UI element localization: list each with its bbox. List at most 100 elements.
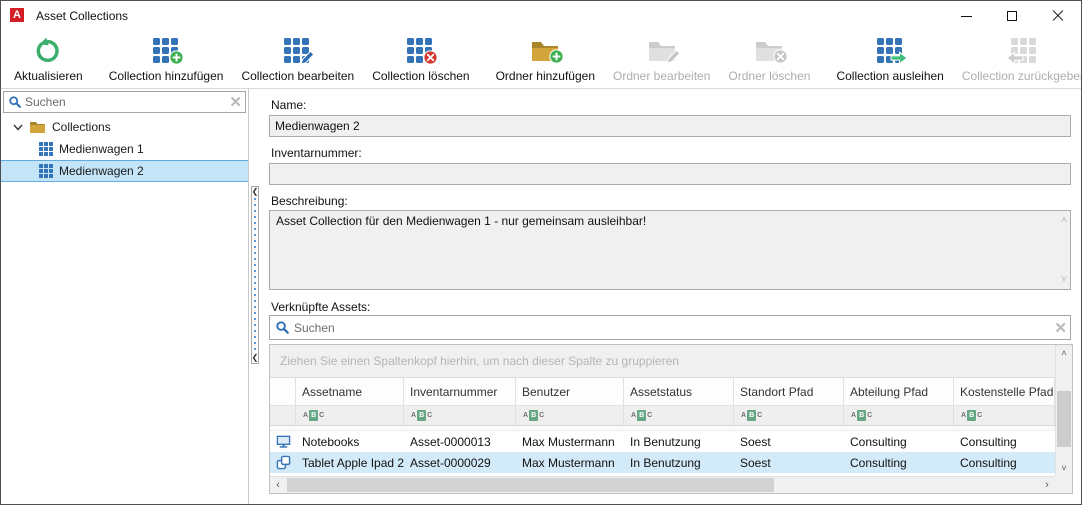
sidebar-search-input[interactable]	[25, 95, 223, 109]
tree-node-medienwagen-1[interactable]: Medienwagen 1	[1, 138, 248, 160]
assets-grid: Ziehen Sie einen Spaltenkopf hierhin, um…	[269, 344, 1073, 494]
tree-node-medienwagen-2[interactable]: Medienwagen 2	[1, 160, 248, 182]
horizontal-scroll-thumb[interactable]	[287, 478, 774, 492]
filter-cell[interactable]: ABC	[734, 406, 844, 425]
grid-cell: Consulting	[954, 456, 1055, 470]
collection-checkout-label: Collection ausleihen	[836, 69, 943, 83]
abc-filter-icon: ABC	[522, 410, 545, 421]
filter-cell[interactable]: ABC	[296, 406, 404, 425]
app-logo-icon: A	[10, 8, 27, 25]
clear-search-icon[interactable]: ✕	[229, 93, 242, 112]
refresh-button[interactable]: Aktualisieren	[5, 31, 92, 88]
scroll-down-icon[interactable]: ˅	[1061, 272, 1067, 287]
collection-icon	[39, 164, 53, 178]
collection-edit-button[interactable]: Collection bearbeiten	[232, 31, 363, 88]
chevron-down-icon[interactable]	[11, 120, 25, 134]
abc-filter-icon: ABC	[630, 410, 653, 421]
vertical-scrollbar[interactable]: ˄ ˅	[1055, 345, 1072, 476]
folder-edit-button: Ordner bearbeiten	[604, 31, 719, 88]
column-header-benutzer[interactable]: Benutzer	[516, 378, 624, 405]
detail-panel: Name: Medienwagen 2 Inventarnummer: Besc…	[259, 89, 1081, 504]
collection-add-button[interactable]: Collection hinzufügen	[100, 31, 233, 88]
column-header-abteilung-pfad[interactable]: Abteilung Pfad	[844, 378, 954, 405]
column-header-kostenstelle-pfad[interactable]: Kostenstelle Pfad	[954, 378, 1055, 405]
column-header-assetname[interactable]: Assetname	[296, 378, 404, 405]
scroll-left-icon[interactable]: ‹	[270, 477, 286, 493]
filter-cell[interactable]	[270, 406, 296, 425]
collection-checkout-button[interactable]: Collection ausleihen	[827, 31, 952, 88]
app-window: A Asset Collections Aktualisieren	[0, 0, 1082, 505]
folder-add-button[interactable]: Ordner hinzufügen	[487, 31, 604, 88]
folder-edit-label: Ordner bearbeiten	[613, 69, 710, 83]
abc-filter-icon: ABC	[302, 410, 325, 421]
inventory-number-label: Inventarnummer:	[271, 146, 362, 160]
clear-search-icon[interactable]: ✕	[1054, 319, 1067, 338]
grid-cell: Soest	[734, 456, 844, 470]
grid-cell: Tablet Apple Ipad 2...	[296, 456, 404, 470]
scroll-up-icon[interactable]: ˄	[1061, 213, 1067, 228]
search-icon	[275, 320, 290, 335]
abc-filter-icon: ABC	[740, 410, 763, 421]
folder-icon	[29, 120, 46, 134]
filter-cell[interactable]: ABC	[844, 406, 954, 425]
title-bar: A Asset Collections	[1, 1, 1081, 31]
description-field[interactable]: Asset Collection für den Medienwagen 1 -…	[269, 210, 1071, 290]
collections-tree: Collections Medienwagen 1 Medienwagen 2	[1, 116, 248, 182]
grid-cell: Consulting	[844, 435, 954, 449]
scroll-right-icon[interactable]: ›	[1039, 477, 1055, 493]
icon-column-header[interactable]	[270, 378, 296, 405]
filter-cell[interactable]: ABC	[624, 406, 734, 425]
collection-edit-icon	[284, 35, 311, 67]
assets-search-input[interactable]	[294, 321, 1046, 335]
column-header-assetstatus[interactable]: Assetstatus	[624, 378, 734, 405]
asset-row-notebooks[interactable]: Notebooks Asset-0000013 Max Mustermann I…	[270, 431, 1055, 452]
collapse-left-icon[interactable]: ❮	[252, 354, 259, 362]
collection-delete-button[interactable]: Collection löschen	[363, 31, 478, 88]
tree-node-collections[interactable]: Collections	[1, 116, 248, 138]
search-icon	[8, 95, 22, 109]
abc-filter-icon: ABC	[410, 410, 433, 421]
vertical-scroll-thumb[interactable]	[1057, 391, 1071, 447]
window-title: Asset Collections	[36, 9, 128, 23]
maximize-button[interactable]	[989, 1, 1035, 31]
collection-return-button: Collection zurückgeben	[953, 31, 1082, 88]
assets-search: ✕	[269, 315, 1071, 340]
collections-sidebar: ✕ Collections Medienwagen 1 Medienwag	[1, 89, 249, 504]
collection-delete-label: Collection löschen	[372, 69, 469, 83]
collection-return-icon	[1011, 35, 1038, 67]
filter-cell[interactable]: ABC	[954, 406, 1055, 425]
filter-cell[interactable]: ABC	[404, 406, 516, 425]
grid-cell: Max Mustermann	[516, 456, 624, 470]
sidebar-search: ✕	[3, 91, 246, 113]
group-by-panel[interactable]: Ziehen Sie einen Spaltenkopf hierhin, um…	[270, 345, 1055, 378]
collection-return-label: Collection zurückgeben	[962, 69, 1082, 83]
description-label: Beschreibung:	[271, 194, 348, 208]
scroll-up-icon[interactable]: ˄	[1056, 345, 1072, 361]
minimize-button[interactable]	[943, 1, 989, 31]
group-by-hint: Ziehen Sie einen Spaltenkopf hierhin, um…	[280, 354, 679, 368]
monitor-icon	[276, 434, 291, 449]
scroll-down-icon[interactable]: ˅	[1056, 460, 1072, 476]
asset-row-tablet[interactable]: Tablet Apple Ipad 2... Asset-0000029 Max…	[270, 452, 1055, 473]
filter-cell[interactable]: ABC	[516, 406, 624, 425]
folder-edit-icon	[647, 35, 677, 67]
grid-cell: Max Mustermann	[516, 435, 624, 449]
close-icon	[1052, 10, 1064, 22]
horizontal-scrollbar[interactable]: ‹ ›	[270, 476, 1055, 493]
panel-splitter[interactable]: ❮ ❮	[251, 186, 259, 364]
folder-delete-button: Ordner löschen	[719, 31, 819, 88]
grid-filter-row: ABC ABC ABC ABC ABC ABC ABC	[270, 406, 1055, 426]
abc-filter-icon: ABC	[960, 410, 983, 421]
column-header-standort-pfad[interactable]: Standort Pfad	[734, 378, 844, 405]
refresh-icon	[34, 35, 62, 67]
name-field[interactable]: Medienwagen 2	[269, 115, 1071, 137]
close-button[interactable]	[1035, 1, 1081, 31]
inventory-number-field[interactable]	[269, 163, 1071, 185]
collection-edit-label: Collection bearbeiten	[241, 69, 354, 83]
tree-node-label: Collections	[52, 120, 111, 134]
collection-add-icon	[153, 35, 180, 67]
tablet-icon	[276, 455, 291, 470]
collapse-left-icon[interactable]: ❮	[252, 188, 259, 196]
folder-delete-icon	[754, 35, 784, 67]
column-header-inventarnummer[interactable]: Inventarnummer	[404, 378, 516, 405]
